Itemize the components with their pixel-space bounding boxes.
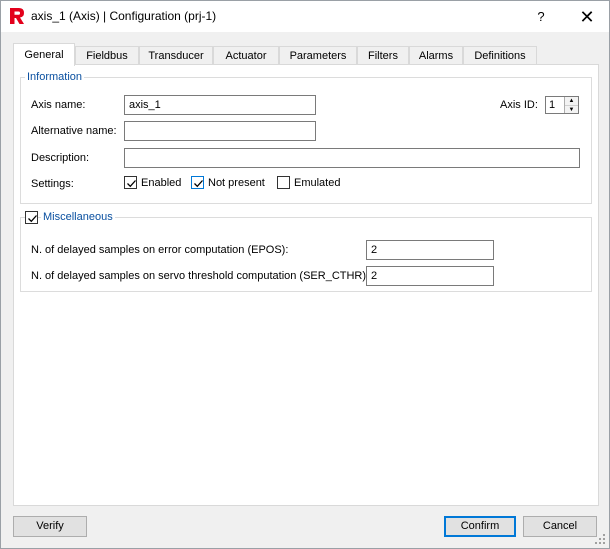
tab-alarms[interactable]: Alarms: [409, 46, 463, 65]
description-label: Description:: [31, 152, 90, 164]
enabled-checkbox[interactable]: [124, 176, 137, 189]
axis-name-input[interactable]: [124, 95, 316, 115]
ser-cthr-input[interactable]: [366, 266, 494, 286]
tab-transducer[interactable]: Transducer: [139, 46, 213, 65]
tab-filters[interactable]: Filters: [357, 46, 409, 65]
spin-down-icon[interactable]: ▼: [565, 105, 578, 113]
tab-actuator[interactable]: Actuator: [213, 46, 279, 65]
spin-up-icon[interactable]: ▲: [565, 97, 578, 105]
emulated-checkbox[interactable]: [277, 176, 290, 189]
tab-general[interactable]: General: [13, 43, 75, 66]
verify-button[interactable]: Verify: [13, 516, 87, 537]
tab-definitions[interactable]: Definitions: [463, 46, 537, 65]
axis-id-spinbox[interactable]: 1 ▲ ▼: [545, 96, 579, 114]
not-present-label[interactable]: Not present: [208, 177, 265, 189]
ser-cthr-label: N. of delayed samples on servo threshold…: [31, 270, 370, 282]
spin-buttons: ▲ ▼: [564, 97, 578, 113]
check-icon: [194, 180, 203, 188]
help-button[interactable]: ?: [529, 7, 553, 27]
title-bar: axis_1 (Axis) | Configuration (prj-1) ? …: [1, 1, 609, 32]
check-icon: [127, 180, 136, 188]
miscellaneous-checkbox[interactable]: [25, 211, 38, 224]
confirm-button[interactable]: Confirm: [444, 516, 516, 537]
settings-label: Settings:: [31, 178, 74, 190]
tab-parameters[interactable]: Parameters: [279, 46, 357, 65]
check-icon: [28, 215, 37, 223]
app-logo-icon: [9, 7, 25, 25]
axis-id-label: Axis ID:: [500, 99, 538, 111]
not-present-checkbox[interactable]: [191, 176, 204, 189]
enabled-label[interactable]: Enabled: [141, 177, 181, 189]
axis-id-value: 1: [549, 99, 556, 111]
cancel-button[interactable]: Cancel: [523, 516, 597, 537]
resize-grip-icon[interactable]: [594, 533, 606, 545]
axis-name-label: Axis name:: [31, 99, 86, 111]
general-tab-panel: Information Axis name: Axis ID: 1 ▲ ▼ Al…: [13, 64, 599, 506]
emulated-label[interactable]: Emulated: [294, 177, 340, 189]
configuration-dialog: axis_1 (Axis) | Configuration (prj-1) ? …: [0, 0, 610, 549]
window-title: axis_1 (Axis) | Configuration (prj-1): [31, 9, 217, 23]
close-button[interactable]: ✕: [573, 5, 601, 29]
epos-label: N. of delayed samples on error computati…: [31, 244, 289, 256]
alt-name-input[interactable]: [124, 121, 316, 141]
description-input[interactable]: [124, 148, 580, 168]
tab-fieldbus[interactable]: Fieldbus: [75, 46, 139, 65]
miscellaneous-legend[interactable]: Miscellaneous: [41, 211, 115, 223]
alt-name-label: Alternative name:: [31, 125, 117, 137]
miscellaneous-group: Miscellaneous N. of delayed samples on e…: [20, 211, 592, 292]
information-legend: Information: [25, 71, 85, 83]
epos-input[interactable]: [366, 240, 494, 260]
information-group: Information Axis name: Axis ID: 1 ▲ ▼ Al…: [20, 71, 592, 204]
